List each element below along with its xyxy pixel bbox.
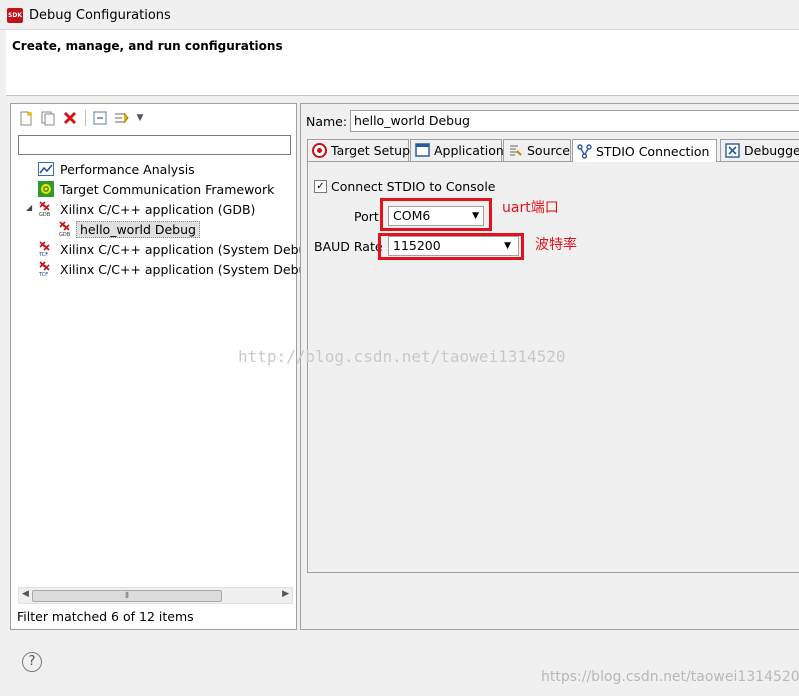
window-title: Debug Configurations <box>29 8 171 23</box>
tree-item-hello-world-debug[interactable]: GDB hello_world Debug <box>58 220 200 238</box>
filter-input[interactable] <box>18 135 291 155</box>
corner-watermark: https://blog.csdn.net/taowei1314520 <box>541 669 799 685</box>
port-highlight-box <box>380 198 492 231</box>
xilinx-gdb-icon: GDB <box>58 221 74 238</box>
svg-text:TCF: TCF <box>38 272 48 277</box>
tree-item-xilinx-gdb[interactable]: GDB Xilinx C/C++ application (GDB) <box>38 200 255 218</box>
connect-stdio-checkbox[interactable]: ✓ Connect STDIO to Console <box>314 179 496 194</box>
tree-item-performance-analysis[interactable]: Performance Analysis <box>38 160 195 178</box>
tab-debugger[interactable]: Debugger <box>720 139 799 161</box>
tree-horizontal-scrollbar[interactable]: ◀ ⦀ ▶ <box>18 587 293 604</box>
source-icon <box>508 143 523 158</box>
filter-config-icon[interactable] <box>113 109 131 127</box>
configuration-editor-pane: Name: hello_world Debug Target Setup App… <box>300 103 799 630</box>
config-tabs: Target Setup Application Source STDIO Co… <box>307 139 799 162</box>
port-annotation: uart端口 <box>502 200 559 216</box>
tcf-framework-icon <box>38 181 54 197</box>
help-icon[interactable]: ? <box>22 652 42 672</box>
collapse-all-icon[interactable] <box>91 109 109 127</box>
stdio-connection-panel: ✓ Connect STDIO to Console Port COM6 ▼ B… <box>307 161 799 573</box>
title-bar: SDK Debug Configurations <box>0 0 799 30</box>
port-label: Port <box>354 209 379 224</box>
tab-stdio-connection[interactable]: STDIO Connection <box>572 139 717 162</box>
filter-menu-chevron-down-icon[interactable]: ▼ <box>131 109 149 127</box>
tab-target-setup[interactable]: Target Setup <box>307 139 410 161</box>
config-name-field[interactable]: hello_world Debug <box>350 110 799 132</box>
center-watermark: http://blog.csdn.net/taowei1314520 <box>238 347 566 366</box>
performance-chart-icon <box>38 161 54 177</box>
baud-highlight-box <box>378 233 524 260</box>
tab-application[interactable]: Application <box>410 139 504 161</box>
xilinx-gdb-icon: GDB <box>38 201 54 218</box>
xilinx-tcf-icon: TCF <box>38 261 54 278</box>
xilinx-tcf-icon: TCF <box>38 241 54 258</box>
tree-item-target-communication-framework[interactable]: Target Communication Framework <box>38 180 274 198</box>
target-icon <box>312 143 327 158</box>
configuration-list-pane: ▼ Performance Analysis Target Communicat… <box>10 103 314 630</box>
scrollbar-thumb[interactable]: ⦀ <box>32 590 222 602</box>
debugger-icon <box>725 143 740 158</box>
tree-item-xilinx-system-debug-1[interactable]: TCF Xilinx C/C++ application (System Deb… <box>38 240 314 258</box>
tree-expanded-chevron-icon[interactable]: ◢ <box>26 203 32 212</box>
baud-annotation: 波特率 <box>535 237 577 253</box>
application-icon <box>415 143 430 158</box>
baud-rate-label: BAUD Rate <box>314 239 383 254</box>
svg-text:GDB: GDB <box>39 212 51 217</box>
filter-status-text: Filter matched 6 of 12 items <box>17 609 194 624</box>
scroll-right-icon[interactable]: ▶ <box>282 589 289 599</box>
dialog-banner: Create, manage, and run configurations <box>6 30 799 96</box>
checkbox-checked-icon[interactable]: ✓ <box>314 180 327 193</box>
delete-config-icon[interactable] <box>61 109 79 127</box>
duplicate-config-icon[interactable] <box>39 109 57 127</box>
sdk-app-icon: SDK <box>7 8 23 23</box>
svg-text:GDB: GDB <box>59 232 71 237</box>
new-config-icon[interactable] <box>17 109 35 127</box>
config-toolbar: ▼ <box>15 108 295 128</box>
connection-icon <box>577 143 592 159</box>
name-label: Name: <box>306 114 348 129</box>
tree-item-xilinx-system-debug-2[interactable]: TCF Xilinx C/C++ application (System Deb… <box>38 260 314 278</box>
svg-text:TCF: TCF <box>38 252 48 257</box>
scroll-left-icon[interactable]: ◀ <box>22 589 29 599</box>
tab-source[interactable]: Source <box>503 139 571 161</box>
banner-heading: Create, manage, and run configurations <box>12 39 283 53</box>
